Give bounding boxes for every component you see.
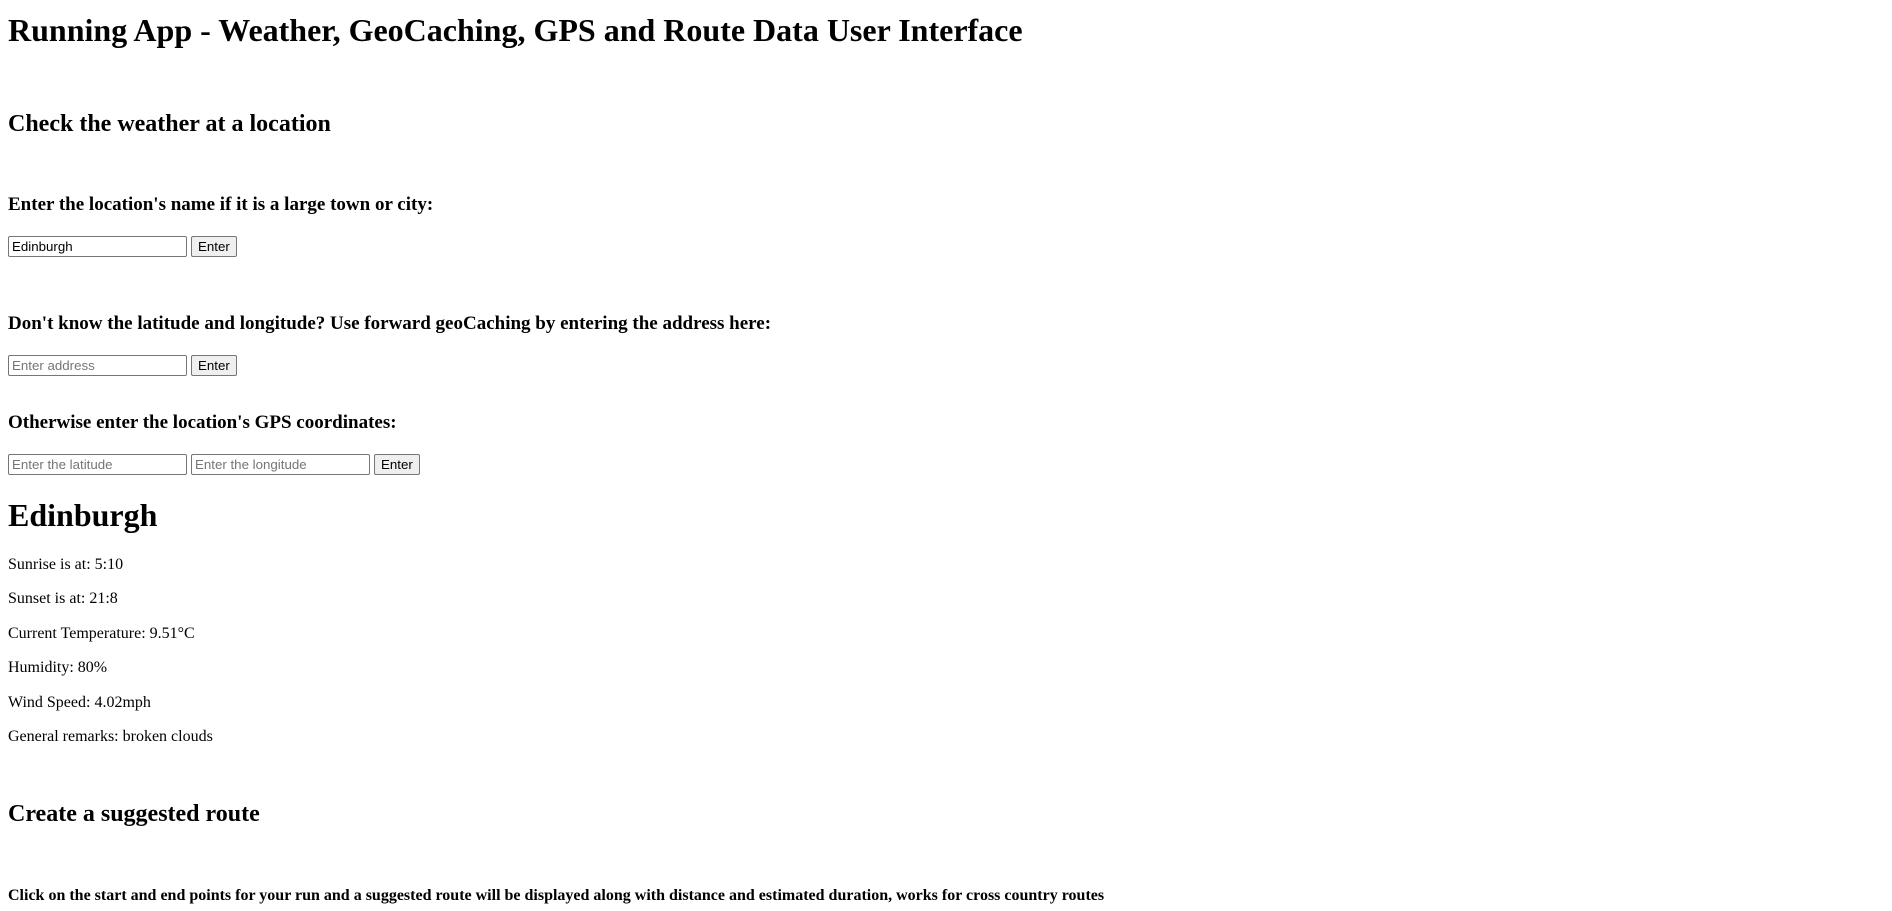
longitude-input[interactable] bbox=[191, 454, 370, 475]
city-label: Enter the location's name if it is a lar… bbox=[8, 194, 434, 215]
address-input[interactable] bbox=[8, 355, 187, 376]
address-enter-button[interactable]: Enter bbox=[191, 355, 237, 376]
weather-section-heading: Check the weather at a location bbox=[8, 111, 331, 137]
gps-enter-button[interactable]: Enter bbox=[374, 454, 420, 475]
weather-location-title: Edinburgh bbox=[8, 497, 158, 533]
page-title: Running App - Weather, GeoCaching, GPS a… bbox=[8, 12, 1023, 48]
latitude-input[interactable] bbox=[8, 454, 187, 475]
remarks-text: General remarks: broken clouds bbox=[8, 728, 213, 745]
sunrise-text: Sunrise is at: 5:10 bbox=[8, 556, 124, 573]
city-input[interactable] bbox=[8, 236, 187, 257]
humidity-text: Humidity: 80% bbox=[8, 659, 108, 676]
temperature-text: Current Temperature: 9.51°C bbox=[8, 625, 195, 642]
route-instructions: Click on the start and end points for yo… bbox=[8, 887, 1105, 904]
gps-label: Otherwise enter the location's GPS coord… bbox=[8, 412, 397, 433]
address-label: Don't know the latitude and longitude? U… bbox=[8, 313, 772, 334]
route-section-heading: Create a suggested route bbox=[8, 801, 260, 827]
sunset-text: Sunset is at: 21:8 bbox=[8, 590, 118, 607]
city-enter-button[interactable]: Enter bbox=[191, 236, 237, 257]
wind-speed-text: Wind Speed: 4.02mph bbox=[8, 694, 151, 711]
